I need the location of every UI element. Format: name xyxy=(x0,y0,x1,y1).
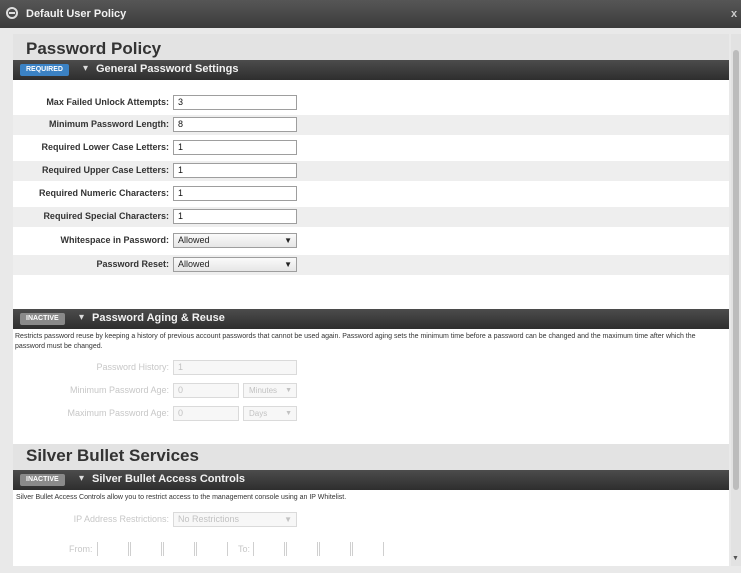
min-age-unit-value: Minutes xyxy=(249,386,278,395)
password-history-input[interactable]: 1 xyxy=(173,360,297,375)
from-label: From: xyxy=(69,544,93,554)
to-octet-1[interactable] xyxy=(253,542,285,556)
min-length-label: Minimum Password Length: xyxy=(48,119,169,129)
form-row: Password Reset: Allowed ▼ xyxy=(13,255,729,275)
access-controls-bar[interactable]: INACTIVE ▾ Silver Bullet Access Controls xyxy=(13,470,729,490)
max-failed-unlock-label: Max Failed Unlock Attempts: xyxy=(46,97,169,107)
dropdown-arrow-icon: ▼ xyxy=(285,410,292,417)
access-description: Silver Bullet Access Controls allow you … xyxy=(16,494,347,501)
lower-case-input[interactable]: 1 xyxy=(173,140,297,155)
numeric-label: Required Numeric Characters: xyxy=(38,188,169,198)
ip-range-row: From: To: xyxy=(13,540,729,560)
vertical-scrollbar[interactable]: ▼ xyxy=(731,34,741,566)
lower-case-label: Required Lower Case Letters: xyxy=(41,142,169,152)
chevron-down-icon[interactable]: ▾ xyxy=(79,473,84,484)
general-settings-bar[interactable]: REQUIRED ▾ General Password Settings xyxy=(13,60,729,80)
form-row: Password History: 1 xyxy=(13,358,729,378)
special-input[interactable]: 1 xyxy=(173,209,297,224)
special-label: Required Special Characters: xyxy=(43,211,169,221)
to-octet-4[interactable] xyxy=(352,542,384,556)
to-label: To: xyxy=(238,544,251,554)
from-octet-1[interactable] xyxy=(97,542,129,556)
scrollbar-thumb[interactable] xyxy=(733,50,739,490)
min-age-unit-select[interactable]: Minutes ▼ xyxy=(243,383,297,398)
whitespace-value: Allowed xyxy=(178,235,210,245)
aging-description: Restricts password reuse by keeping a hi… xyxy=(15,333,696,350)
to-octet-2[interactable] xyxy=(286,542,318,556)
window-title: Default User Policy xyxy=(26,8,127,20)
aging-reuse-bar[interactable]: INACTIVE ▾ Password Aging & Reuse xyxy=(13,309,729,329)
dropdown-arrow-icon: ▼ xyxy=(284,515,292,524)
min-age-label: Minimum Password Age: xyxy=(69,385,169,395)
ip-restrictions-value: No Restrictions xyxy=(178,514,240,524)
form-row: Maximum Password Age: 0 Days ▼ xyxy=(13,404,729,424)
max-age-label: Maximum Password Age: xyxy=(67,408,169,418)
from-octet-2[interactable] xyxy=(130,542,162,556)
from-octet-3[interactable] xyxy=(163,542,195,556)
min-age-input[interactable]: 0 xyxy=(173,383,239,398)
page-title: Password Policy xyxy=(26,39,162,58)
form-row: Max Failed Unlock Attempts: 3 xyxy=(13,93,729,113)
whitespace-label: Whitespace in Password: xyxy=(60,235,169,245)
chevron-down-icon[interactable]: ▾ xyxy=(83,63,88,74)
dropdown-arrow-icon: ▼ xyxy=(284,236,292,245)
max-failed-unlock-input[interactable]: 3 xyxy=(173,95,297,110)
form-row: Required Lower Case Letters: 1 xyxy=(13,138,729,158)
section-title: Silver Bullet Services xyxy=(26,446,199,465)
access-controls-title: Silver Bullet Access Controls xyxy=(92,473,246,485)
inactive-badge[interactable]: INACTIVE xyxy=(20,474,65,486)
scroll-down-icon[interactable]: ▼ xyxy=(732,555,739,562)
ip-restrictions-select[interactable]: No Restrictions ▼ xyxy=(173,512,297,527)
form-row: Minimum Password Age: 0 Minutes ▼ xyxy=(13,381,729,401)
close-icon[interactable]: x xyxy=(731,8,741,20)
dropdown-arrow-icon: ▼ xyxy=(285,387,292,394)
inactive-badge[interactable]: INACTIVE xyxy=(20,313,65,325)
password-reset-select[interactable]: Allowed ▼ xyxy=(173,257,297,272)
aging-reuse-title: Password Aging & Reuse xyxy=(92,312,225,324)
form-row: Required Numeric Characters: 1 xyxy=(13,184,729,204)
general-settings-title: General Password Settings xyxy=(96,63,239,75)
from-octet-4[interactable] xyxy=(196,542,228,556)
max-age-unit-select[interactable]: Days ▼ xyxy=(243,406,297,421)
app-logo-icon xyxy=(6,7,18,19)
upper-case-label: Required Upper Case Letters: xyxy=(41,165,169,175)
max-age-unit-value: Days xyxy=(249,409,268,418)
chevron-down-icon[interactable]: ▾ xyxy=(79,312,84,323)
password-reset-label: Password Reset: xyxy=(96,259,169,269)
dialog-content: Password Policy REQUIRED ▾ General Passw… xyxy=(13,34,729,566)
title-bar[interactable]: Default User Policy x xyxy=(0,0,741,28)
dropdown-arrow-icon: ▼ xyxy=(284,260,292,269)
whitespace-select[interactable]: Allowed ▼ xyxy=(173,233,297,248)
min-length-input[interactable]: 8 xyxy=(173,117,297,132)
password-history-label: Password History: xyxy=(96,362,169,372)
password-policy-header: Password Policy xyxy=(13,34,729,60)
password-reset-value: Allowed xyxy=(178,259,210,269)
form-row: Whitespace in Password: Allowed ▼ xyxy=(13,231,729,251)
form-row: Minimum Password Length: 8 xyxy=(13,115,729,135)
required-badge: REQUIRED xyxy=(20,64,69,76)
numeric-input[interactable]: 1 xyxy=(173,186,297,201)
form-row: IP Address Restrictions: No Restrictions… xyxy=(13,510,729,530)
form-row: Required Upper Case Letters: 1 xyxy=(13,161,729,181)
form-row: Required Special Characters: 1 xyxy=(13,207,729,227)
max-age-input[interactable]: 0 xyxy=(173,406,239,421)
upper-case-input[interactable]: 1 xyxy=(173,163,297,178)
ip-restrictions-label: IP Address Restrictions: xyxy=(73,514,169,524)
silver-bullet-header: Silver Bullet Services xyxy=(13,444,729,470)
dialog-window: Default User Policy x Password Policy RE… xyxy=(0,0,741,573)
to-octet-3[interactable] xyxy=(319,542,351,556)
